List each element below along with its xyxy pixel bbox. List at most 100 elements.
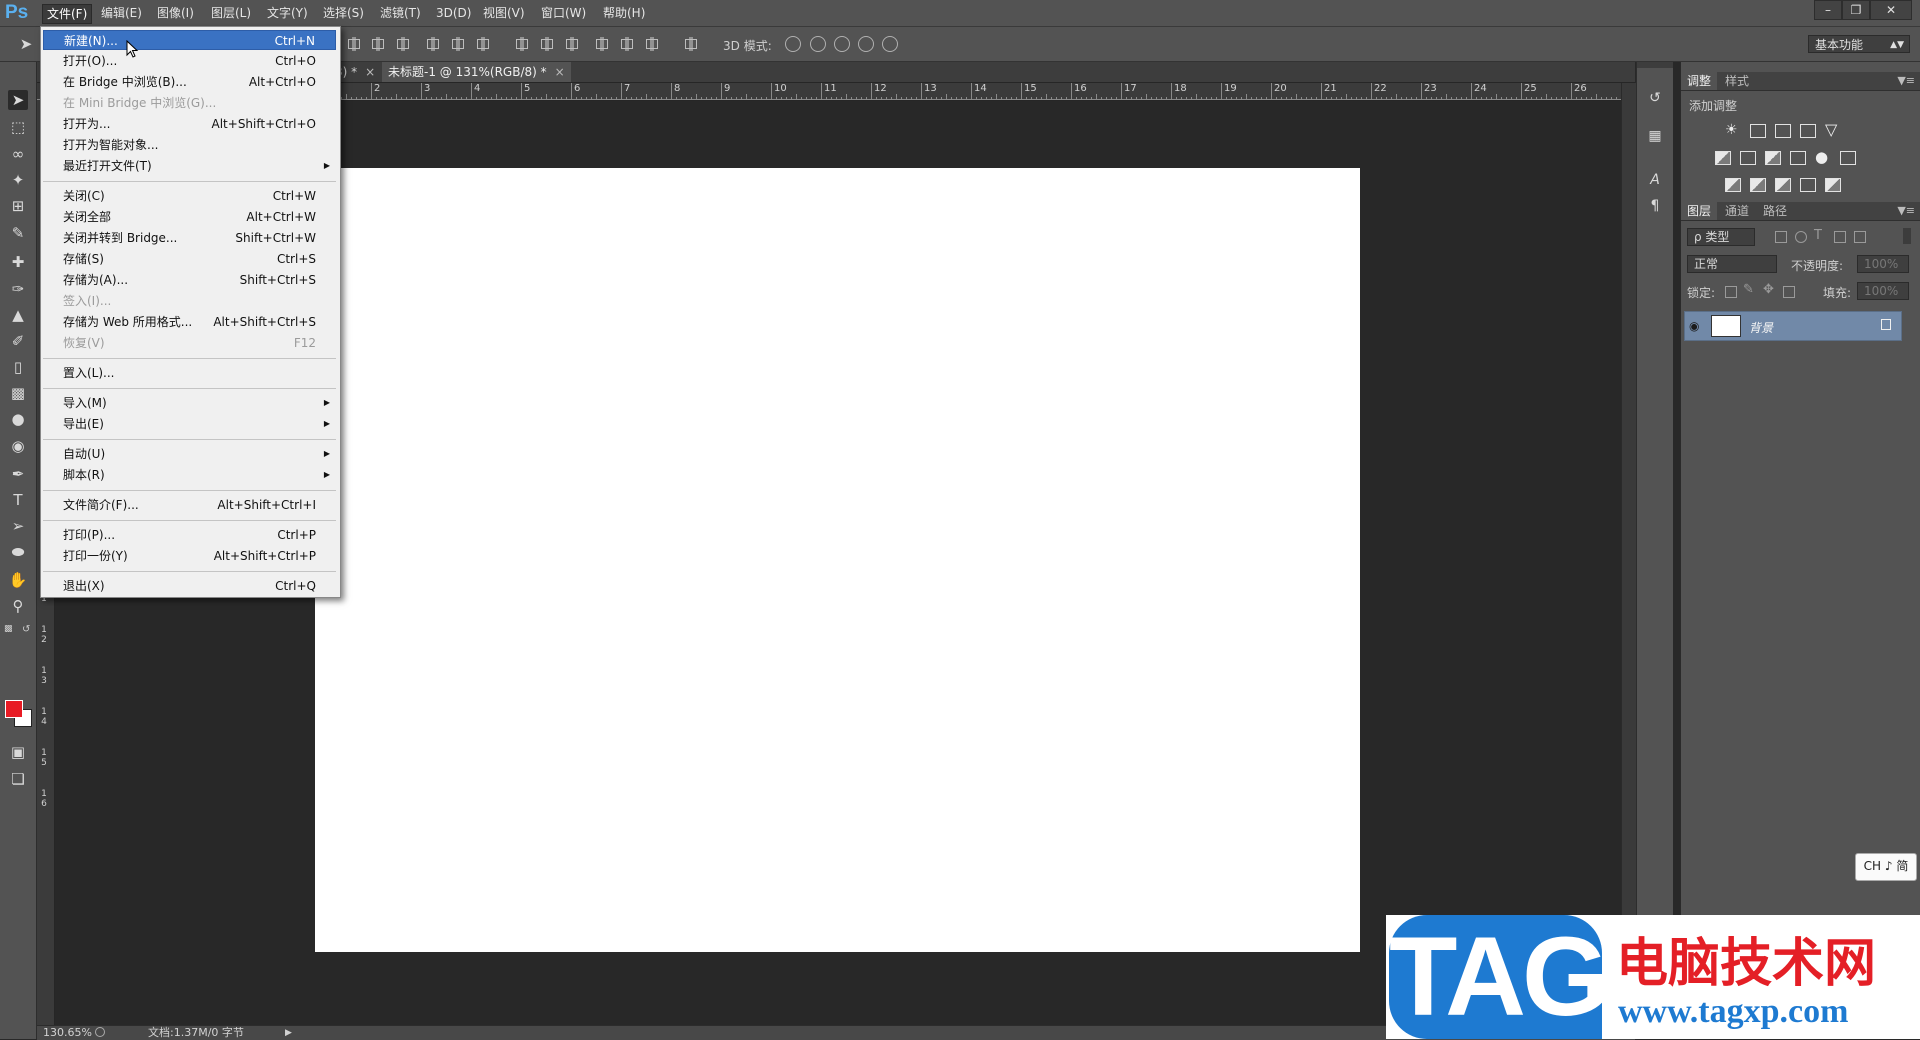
channel-mixer-icon[interactable]: ● [1815,148,1828,166]
file-menu-item[interactable]: 导出(E) ▶ [43,414,336,434]
gradient-tool-icon[interactable]: ▩ [8,383,28,403]
tab-styles[interactable]: 样式 [1719,72,1755,90]
fill-input[interactable]: 100% [1857,282,1909,300]
tab-current-document[interactable]: 未标题-1 @ 131%(RGB/8) * × [382,62,571,82]
default-colors-icon[interactable]: ▩ [4,624,13,634]
exposure-icon[interactable] [1800,124,1816,138]
close-icon[interactable]: × [555,65,565,79]
distribute-top-icon[interactable] [515,37,529,51]
swap-colors-icon[interactable]: ↺ [22,624,30,635]
file-menu-item[interactable]: 脚本(R) ▶ [43,465,336,485]
file-menu-item[interactable]: 在 Bridge 中浏览(B)... Alt+Ctrl+O [43,72,336,92]
ellipse-tool-icon[interactable]: ⬬ [8,542,28,562]
status-info-icon[interactable] [95,1027,105,1037]
distribute-left-icon[interactable] [595,37,609,51]
hand-tool-icon[interactable]: ✋ [8,570,28,590]
layer-filter-select[interactable]: ρ 类型 [1687,228,1755,246]
3d-slide-icon[interactable] [858,36,874,52]
file-menu-item[interactable]: 置入(L)... [43,363,336,383]
vertical-scrollbar[interactable] [1621,83,1636,1025]
file-menu-item[interactable]: 打开为... Alt+Shift+Ctrl+O [43,114,336,134]
layer-row-background[interactable]: ◉ 背景 [1684,311,1902,341]
pen-tool-icon[interactable]: ✒ [8,464,28,484]
foreground-color-swatch[interactable] [5,700,23,718]
file-menu-item[interactable]: 最近打开文件(T) ▶ [43,156,336,176]
menu-window[interactable]: 窗口(W) [537,4,590,22]
file-menu-item[interactable]: 退出(X) Ctrl+Q [43,576,336,596]
file-menu-item[interactable]: 新建(N)... Ctrl+N [43,30,336,50]
menu-view[interactable]: 视图(V) [479,4,529,22]
menu-3d[interactable]: 3D(D) [432,4,475,22]
3d-rotate-icon[interactable] [785,36,801,52]
crop-tool-icon[interactable]: ⊞ [8,196,28,216]
filter-smart-object-icon[interactable] [1854,231,1866,243]
menu-filter[interactable]: 滤镜(T) [376,4,425,22]
marquee-tool-icon[interactable]: ⬚ [8,117,28,137]
file-menu-item[interactable]: 存储(S) Ctrl+S [43,249,336,269]
dodge-tool-icon[interactable]: ◉ [8,436,28,456]
zoom-tool-icon[interactable]: ⚲ [8,596,28,616]
menu-select[interactable]: 选择(S) [319,4,368,22]
file-menu-item[interactable]: 导入(M) ▶ [43,393,336,413]
tab-channels[interactable]: 通道 [1719,202,1755,220]
document-canvas[interactable] [315,168,1360,952]
quick-mask-icon[interactable]: ▣ [8,742,28,762]
file-menu-item[interactable]: 关闭全部 Alt+Ctrl+W [43,207,336,227]
3d-scale-icon[interactable] [882,36,898,52]
black-white-icon[interactable] [1765,151,1781,165]
eyedropper-tool-icon[interactable]: ✎ [8,223,28,243]
align-top-icon[interactable] [347,37,361,51]
file-menu-item[interactable]: 打开为智能对象... [43,135,336,155]
photo-filter-icon[interactable] [1790,151,1806,165]
lock-transparency-icon[interactable] [1725,286,1737,298]
file-menu-item[interactable]: 存储为(A)... Shift+Ctrl+S [43,270,336,290]
file-menu-item[interactable]: 打印(P)... Ctrl+P [43,525,336,545]
curves-icon[interactable] [1775,124,1791,138]
paragraph-icon[interactable]: ¶ [1645,196,1665,216]
levels-icon[interactable] [1750,124,1766,138]
align-bottom-icon[interactable] [396,37,410,51]
color-balance-icon[interactable] [1740,151,1756,165]
align-hcenter-icon[interactable] [451,37,465,51]
align-right-icon[interactable] [476,37,490,51]
filter-adjustment-icon[interactable] [1795,231,1807,243]
file-menu-item[interactable]: 关闭(C) Ctrl+W [43,186,336,206]
character-icon[interactable]: A [1645,170,1665,190]
menu-image[interactable]: 图像(I) [153,4,198,22]
distribute-vcenter-icon[interactable] [540,37,554,51]
eraser-tool-icon[interactable]: ▯ [8,357,28,377]
type-tool-icon[interactable]: T [8,490,28,510]
status-menu-arrow-icon[interactable]: ▶ [285,1026,292,1040]
ime-indicator[interactable]: CH ♪ 简 [1855,853,1917,881]
opacity-input[interactable]: 100% [1857,255,1909,273]
file-menu-item[interactable]: 关闭并转到 Bridge... Shift+Ctrl+W [43,228,336,248]
brush-preset-icon[interactable]: ▦ [1645,126,1665,146]
file-menu-item[interactable]: 打开(O)... Ctrl+O [43,51,336,71]
filter-toggle[interactable] [1903,228,1911,244]
workspace-select[interactable]: 基本功能 ▲▼ [1808,35,1910,53]
file-menu-item[interactable]: 存储为 Web 所用格式... Alt+Shift+Ctrl+S [43,312,336,332]
panel-menu-icon[interactable]: ▼≡ [1897,72,1915,90]
history-icon[interactable]: ↺ [1645,88,1665,108]
tab-paths[interactable]: 路径 [1757,202,1793,220]
auto-align-icon[interactable] [684,37,698,51]
color-lookup-icon[interactable] [1840,151,1856,165]
path-selection-tool-icon[interactable]: ➢ [8,516,28,536]
menu-layer[interactable]: 图层(L) [207,4,255,22]
move-tool-icon[interactable]: ➤ [8,90,28,110]
close-icon[interactable]: × [365,65,375,79]
blur-tool-icon[interactable]: ● [8,409,28,429]
menu-help[interactable]: 帮助(H) [599,4,649,22]
magic-wand-tool-icon[interactable]: ✦ [8,170,28,190]
menu-type[interactable]: 文字(Y) [263,4,312,22]
threshold-icon[interactable] [1775,178,1791,192]
brush-tool-icon[interactable]: ✑ [8,279,28,299]
distribute-bottom-icon[interactable] [565,37,579,51]
history-brush-tool-icon[interactable]: ✐ [8,331,28,351]
blend-mode-select[interactable]: 正常 [1687,255,1777,273]
menu-file[interactable]: 文件(F) [42,4,93,24]
panel-menu-icon[interactable]: ▼≡ [1897,202,1915,220]
align-vcenter-icon[interactable] [371,37,385,51]
filter-shape-icon[interactable] [1834,231,1846,243]
filter-pixel-icon[interactable] [1775,231,1787,243]
